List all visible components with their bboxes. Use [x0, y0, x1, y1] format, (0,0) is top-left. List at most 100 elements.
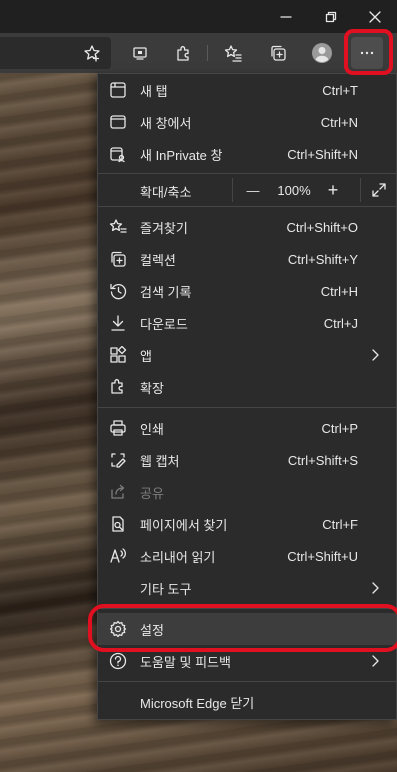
menu-item-label: 공유 — [140, 485, 164, 501]
browser-window: 새 탭 Ctrl+T 새 창에서 Ctrl+N 새 InPrivate 창 Ct… — [0, 0, 397, 772]
minimize-button[interactable] — [263, 0, 308, 33]
web-capture-icon — [111, 453, 126, 468]
zoom-row: 확대/축소 — 100% + — [98, 174, 396, 206]
menu-item-print[interactable]: 인쇄 Ctrl+P — [98, 412, 396, 444]
menu-item-downloads[interactable]: 다운로드 Ctrl+J — [98, 307, 396, 339]
avatar-icon — [312, 43, 332, 63]
puzzle-icon — [177, 46, 189, 61]
star-list-icon — [224, 45, 242, 62]
restore-button[interactable] — [308, 0, 353, 33]
zoom-level: 100% — [270, 174, 318, 206]
zoom-label: 확대/축소 — [140, 185, 192, 200]
menu-item-help-and-feedback[interactable]: 도움말 및 피드백 — [98, 645, 396, 677]
apps-icon — [110, 346, 127, 363]
toolbar-divider — [207, 45, 208, 61]
full-screen-button[interactable] — [362, 174, 396, 206]
screen-capture-button[interactable] — [124, 37, 156, 69]
zoom-in-button[interactable]: + — [318, 174, 348, 206]
menu-item-label: 검색 기록 — [140, 284, 192, 300]
menu-item-label: 인쇄 — [140, 421, 164, 437]
menu-item-collections[interactable]: 컬렉션 Ctrl+Shift+Y — [98, 243, 396, 275]
gear-icon — [109, 620, 127, 638]
title-bar — [0, 0, 397, 33]
zoom-out-button[interactable]: — — [238, 174, 268, 206]
favorites-button[interactable] — [217, 37, 249, 69]
menu-divider — [98, 206, 396, 207]
menu-item-shortcut: Ctrl+T — [322, 82, 358, 98]
address-bar[interactable] — [0, 37, 111, 69]
menu-item-label: 새 InPrivate 창 — [140, 147, 223, 163]
menu-item-shortcut: Ctrl+H — [320, 283, 358, 299]
add-favorite-button[interactable] — [76, 37, 108, 69]
more-dots-icon — [360, 51, 374, 55]
menu-item-shortcut: Ctrl+J — [323, 315, 358, 331]
menu-item-read-aloud[interactable]: 소리내어 읽기 Ctrl+Shift+U — [98, 540, 396, 572]
settings-and-more-menu: 새 탭 Ctrl+T 새 창에서 Ctrl+N 새 InPrivate 창 Ct… — [97, 73, 397, 720]
menu-divider — [98, 608, 396, 609]
download-icon — [111, 315, 125, 331]
star-plus-icon — [84, 45, 100, 62]
menu-item-label: 확장 — [140, 380, 164, 396]
chevron-right-icon — [372, 582, 379, 594]
zoom-out-label: — — [246, 182, 260, 198]
menu-item-new-window[interactable]: 새 창에서 Ctrl+N — [98, 106, 396, 138]
settings-and-more-button[interactable] — [351, 37, 383, 69]
menu-item-label: 기타 도구 — [140, 581, 192, 597]
menu-item-shortcut: Ctrl+N — [320, 114, 358, 130]
menu-item-favorites[interactable]: 즐겨찾기 Ctrl+Shift+O — [98, 211, 396, 243]
menu-item-shortcut: Ctrl+Shift+N — [287, 146, 358, 162]
menu-item-close-edge[interactable]: Microsoft Edge 닫기 — [98, 686, 396, 718]
puzzle-icon — [111, 379, 123, 394]
menu-item-label: 앱 — [140, 348, 152, 364]
menu-item-history[interactable]: 검색 기록 Ctrl+H — [98, 275, 396, 307]
menu-item-label: 페이지에서 찾기 — [140, 517, 228, 533]
screen-icon — [133, 47, 147, 60]
menu-item-more-tools[interactable]: 기타 도구 — [98, 572, 396, 604]
menu-item-shortcut: Ctrl+Shift+U — [287, 548, 358, 564]
menu-item-label: 도움말 및 피드백 — [140, 654, 231, 670]
star-list-icon — [109, 219, 127, 233]
browser-toolbar — [0, 33, 397, 73]
restore-icon — [325, 11, 336, 22]
menu-item-share: 공유 — [98, 476, 396, 508]
menu-item-find-on-page[interactable]: 페이지에서 찾기 Ctrl+F — [98, 508, 396, 540]
history-icon — [110, 283, 127, 300]
printer-icon — [110, 420, 126, 436]
menu-item-new-inprivate-window[interactable]: 새 InPrivate 창 Ctrl+Shift+N — [98, 138, 396, 170]
zoom-divider — [232, 178, 233, 202]
share-icon — [111, 484, 125, 499]
menu-item-apps[interactable]: 앱 — [98, 339, 396, 371]
menu-divider — [98, 681, 396, 682]
close-icon — [368, 10, 381, 23]
new-tab-icon — [110, 82, 126, 98]
menu-item-new-tab[interactable]: 새 탭 Ctrl+T — [98, 74, 396, 106]
collections-button[interactable] — [262, 37, 294, 69]
collections-icon — [111, 251, 126, 267]
menu-item-shortcut: Ctrl+F — [322, 516, 358, 532]
menu-item-settings[interactable]: 설정 — [98, 613, 396, 645]
find-on-page-icon — [112, 516, 124, 532]
inprivate-icon — [110, 147, 125, 163]
extensions-button[interactable] — [167, 37, 199, 69]
full-screen-icon — [372, 183, 386, 197]
menu-divider — [98, 407, 396, 408]
new-window-icon — [110, 115, 126, 129]
menu-item-label: 소리내어 읽기 — [140, 549, 216, 565]
zoom-level-value: 100% — [277, 182, 311, 198]
menu-item-web-capture[interactable]: 웹 캡처 Ctrl+Shift+S — [98, 444, 396, 476]
zoom-in-label: + — [327, 179, 339, 200]
menu-item-shortcut: Ctrl+Shift+O — [286, 219, 358, 235]
menu-item-shortcut: Ctrl+Shift+Y — [287, 251, 358, 267]
menu-item-label: 다운로드 — [140, 316, 188, 332]
zoom-divider — [360, 178, 361, 202]
menu-item-label: 즐겨찾기 — [140, 220, 188, 236]
menu-item-extensions[interactable]: 확장 — [98, 371, 396, 403]
profile-button[interactable] — [306, 37, 338, 69]
menu-item-label: 새 탭 — [140, 83, 168, 99]
menu-item-label: 웹 캡처 — [140, 453, 180, 469]
menu-item-label: 컬렉션 — [140, 252, 176, 268]
minimize-icon — [279, 15, 292, 18]
menu-item-label: Microsoft Edge 닫기 — [140, 695, 255, 711]
close-window-button[interactable] — [352, 0, 397, 33]
menu-item-shortcut: Ctrl+Shift+S — [287, 452, 358, 468]
